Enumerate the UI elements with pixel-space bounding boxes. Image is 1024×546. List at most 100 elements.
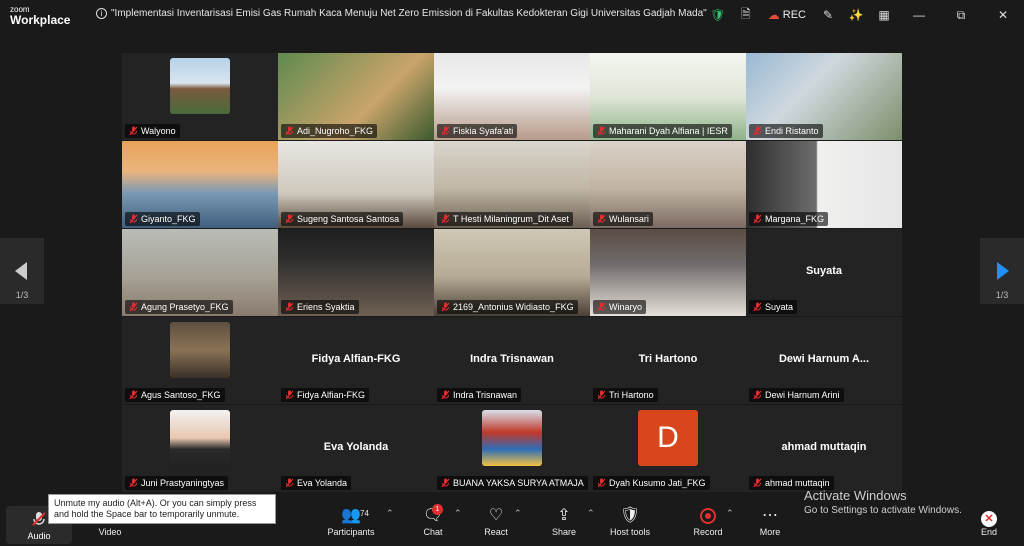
participant-tile[interactable]: ahmad muttaqin ahmad muttaqin (746, 405, 902, 492)
next-page-button[interactable]: 1/3 (980, 238, 1024, 304)
participant-tile[interactable]: Walyono (122, 53, 278, 140)
participant-name-text: BUANA YAKSA SURYA ATMAJA (453, 478, 584, 488)
view-grid-icon[interactable]: ▦ (870, 8, 898, 22)
participant-tile[interactable]: Dewi Harnum A... Dewi Harnum Arini (746, 317, 902, 404)
participant-name-label: Dyah Kusumo Jati_FKG (593, 476, 710, 490)
participant-name-text: Agung Prasetyo_FKG (141, 302, 229, 312)
participant-name-label: Margana_FKG (749, 212, 829, 226)
participant-display-name: ahmad muttaqin (781, 441, 867, 453)
annotate-icon[interactable]: ✎ (814, 8, 842, 22)
share-caret-icon[interactable]: ⌃ (587, 508, 595, 519)
host-tools-button[interactable]: 🛡 Host tools (608, 506, 652, 537)
mic-muted-icon (285, 302, 294, 312)
participant-name-text: Walyono (141, 126, 176, 136)
participant-tile[interactable]: Margana_FKG (746, 141, 902, 228)
arrow-left-icon (15, 262, 27, 280)
participant-tile[interactable]: Sugeng Santosa Santosa (278, 141, 434, 228)
participant-display-name: Suyata (805, 265, 843, 277)
participant-name-label: Dewi Harnum Arini (749, 388, 844, 402)
participant-name-label: Endi Ristanto (749, 124, 823, 138)
participant-name-label: Sugeng Santosa Santosa (281, 212, 404, 226)
participant-tile[interactable]: Wulansari (590, 141, 746, 228)
participant-name-text: Eva Yolanda (297, 478, 348, 488)
mic-muted-icon (597, 478, 606, 488)
react-button[interactable]: ♡ React (482, 506, 510, 537)
participants-caret-icon[interactable]: ⌃ (386, 508, 394, 519)
participant-tile[interactable]: Indra Trisnawan Indra Trisnawan (434, 317, 590, 404)
participant-name-text: Sugeng Santosa Santosa (297, 214, 400, 224)
ai-companion-icon[interactable]: ✨ (842, 8, 870, 22)
participant-tile[interactable]: Maharani Dyah Alfiana | IESR (590, 53, 746, 140)
info-icon[interactable]: i (96, 8, 107, 19)
participants-button[interactable]: 👥 74 Participants (326, 506, 376, 537)
arrow-right-icon (997, 262, 1009, 280)
participant-tile[interactable]: Adi_Nugroho_FKG (278, 53, 434, 140)
participant-tile[interactable]: Fiskia Syafa'ati (434, 53, 590, 140)
participant-name-text: Suyata (765, 302, 794, 312)
participant-name-label: Maharani Dyah Alfiana | IESR (593, 124, 732, 138)
shield-icon: 🛡 (619, 507, 641, 524)
participant-tile[interactable]: Agus Santoso_FKG (122, 317, 278, 404)
participant-tile[interactable]: Eva Yolanda Eva Yolanda (278, 405, 434, 492)
share-button[interactable]: ⇪ Share (550, 506, 578, 537)
mic-muted-icon (441, 302, 450, 312)
participant-tile[interactable]: Suyata Suyata (746, 229, 902, 316)
participant-tile[interactable]: 2169_Antonius Widiasto_FKG (434, 229, 590, 316)
chat-icon: 🗨 1 (422, 504, 444, 524)
participant-name-label: Giyanto_FKG (125, 212, 200, 226)
participant-name-text: 2169_Antonius Widiasto_FKG (453, 302, 574, 312)
restore-button[interactable]: ⧉ (940, 8, 982, 23)
minimize-button[interactable]: — (898, 8, 940, 22)
participant-tile[interactable]: T Hesti Milaningrum_Dit Aset (434, 141, 590, 228)
participant-tile[interactable]: D Dyah Kusumo Jati_FKG (590, 405, 746, 492)
record-button[interactable]: Record (690, 506, 726, 537)
end-meeting-button[interactable]: ✕ End (976, 506, 1002, 537)
react-caret-icon[interactable]: ⌃ (514, 508, 522, 519)
participant-name-text: Agus Santoso_FKG (141, 390, 221, 400)
participant-name-label: Fiskia Syafa'ati (437, 124, 518, 138)
participant-tile[interactable]: Fidya Alfian-FKG Fidya Alfian-FKG (278, 317, 434, 404)
meeting-title: i "Implementasi Inventarisasi Emisi Gas … (96, 8, 707, 19)
close-window-button[interactable]: ✕ (982, 8, 1024, 22)
mic-muted-icon (597, 214, 606, 224)
mic-muted-icon (441, 214, 450, 224)
participant-name-label: Walyono (125, 124, 180, 138)
cloud-recording-indicator[interactable]: ☁ REC (768, 8, 806, 22)
previous-page-button[interactable]: 1/3 (0, 238, 44, 304)
mic-muted-icon (285, 214, 294, 224)
notes-icon[interactable]: 🗎 (732, 5, 760, 26)
meeting-title-text: "Implementasi Inventarisasi Emisi Gas Ru… (111, 8, 707, 19)
participant-tile[interactable]: Winaryo (590, 229, 746, 316)
participant-tile[interactable]: Agung Prasetyo_FKG (122, 229, 278, 316)
share-label: Share (551, 527, 577, 537)
security-shield-icon[interactable]: 🛡 (704, 8, 732, 22)
chat-label: Chat (423, 527, 443, 537)
mic-muted-icon (129, 214, 138, 224)
participant-name-label: Agung Prasetyo_FKG (125, 300, 233, 314)
mic-muted-icon (753, 478, 762, 488)
more-button[interactable]: ⋯ More (756, 506, 784, 537)
participant-tile[interactable]: Tri Hartono Tri Hartono (590, 317, 746, 404)
mic-muted-icon (753, 302, 762, 312)
participant-name-label: Indra Trisnawan (437, 388, 522, 402)
participant-name-label: Suyata (749, 300, 798, 314)
chat-caret-icon[interactable]: ⌃ (454, 508, 462, 519)
participant-display-name: Fidya Alfian-FKG (311, 353, 401, 365)
mic-muted-icon (285, 478, 294, 488)
heart-icon: ♡ (488, 507, 504, 524)
participant-tile[interactable]: Endi Ristanto (746, 53, 902, 140)
mic-muted-icon (597, 126, 606, 136)
video-label: Video (98, 527, 122, 537)
participant-tile[interactable]: Juni Prastyaningtyas (122, 405, 278, 492)
participant-name-text: Indra Trisnawan (453, 390, 518, 400)
chat-button[interactable]: 🗨 1 Chat (420, 504, 446, 537)
participant-name-label: Tri Hartono (593, 388, 658, 402)
participant-tile[interactable]: Eriens Syaktia (278, 229, 434, 316)
end-label: End (980, 527, 997, 537)
record-caret-icon[interactable]: ⌃ (726, 508, 734, 519)
participant-tile[interactable]: Giyanto_FKG (122, 141, 278, 228)
participant-name-label: Agus Santoso_FKG (125, 388, 225, 402)
participant-display-name: Dewi Harnum A... (778, 353, 870, 365)
participant-tile[interactable]: BUANA YAKSA SURYA ATMAJA (434, 405, 590, 492)
participant-display-name: Eva Yolanda (323, 441, 389, 453)
